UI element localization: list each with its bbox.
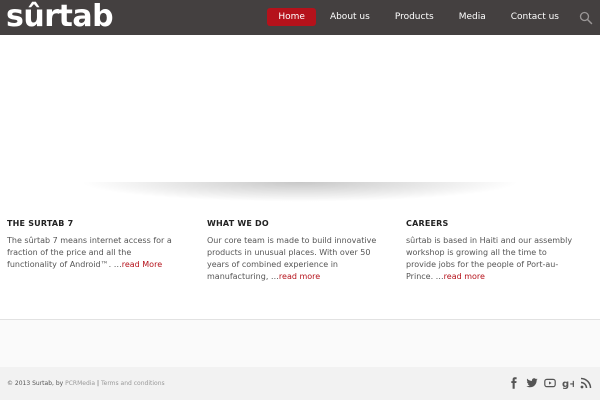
feature-careers: CAREERS sûrtab is based in Haiti and our…: [406, 219, 576, 283]
read-more-link[interactable]: read more: [279, 272, 320, 281]
copyright-text: © 2013 Surtab, by PCRMedia | Terms and c…: [7, 380, 165, 387]
nav-about-us[interactable]: About us: [319, 8, 381, 26]
feature-title: THE SURTAB 7: [7, 219, 74, 228]
twitter-icon[interactable]: [526, 377, 538, 389]
read-more-link[interactable]: read More: [122, 260, 162, 269]
hero-area: [0, 35, 600, 182]
feature-what-we-do: WHAT WE DO Our core team is made to buil…: [207, 219, 377, 283]
search-icon[interactable]: [579, 10, 593, 25]
nav-products[interactable]: Products: [384, 8, 445, 26]
feature-body: The sûrtab 7 means internet access for a…: [7, 236, 172, 269]
top-navigation-bar: sûrtab Home About us Products Media Cont…: [0, 0, 600, 35]
google-plus-icon[interactable]: g+: [562, 377, 574, 389]
youtube-icon[interactable]: [544, 377, 556, 389]
svg-text:g+: g+: [562, 379, 574, 389]
pcrmedia-link[interactable]: PCRMedia: [65, 380, 95, 387]
nav-home[interactable]: Home: [267, 8, 316, 26]
facebook-icon[interactable]: [508, 377, 520, 389]
nav-media[interactable]: Media: [448, 8, 497, 26]
feature-title: WHAT WE DO: [207, 219, 269, 228]
social-links: g+: [502, 377, 592, 389]
surtab-logo[interactable]: sûrtab: [6, 0, 114, 35]
feature-title: CAREERS: [406, 219, 449, 228]
rss-icon[interactable]: [580, 377, 592, 389]
feature-body: Our core team is made to build innovativ…: [207, 236, 377, 281]
feature-surtab-7: THE SURTAB 7 The sûrtab 7 means internet…: [7, 219, 177, 271]
hero-shadow: [0, 182, 600, 210]
pre-footer-band: [0, 320, 600, 367]
feature-body: sûrtab is based in Haiti and our assembl…: [406, 236, 573, 281]
main-nav: Home About us Products Media Contact us: [264, 8, 570, 26]
read-more-link[interactable]: read more: [444, 272, 485, 281]
terms-link[interactable]: Terms and conditions: [101, 380, 165, 387]
footer: © 2013 Surtab, by PCRMedia | Terms and c…: [0, 367, 600, 400]
nav-contact-us[interactable]: Contact us: [500, 8, 570, 26]
